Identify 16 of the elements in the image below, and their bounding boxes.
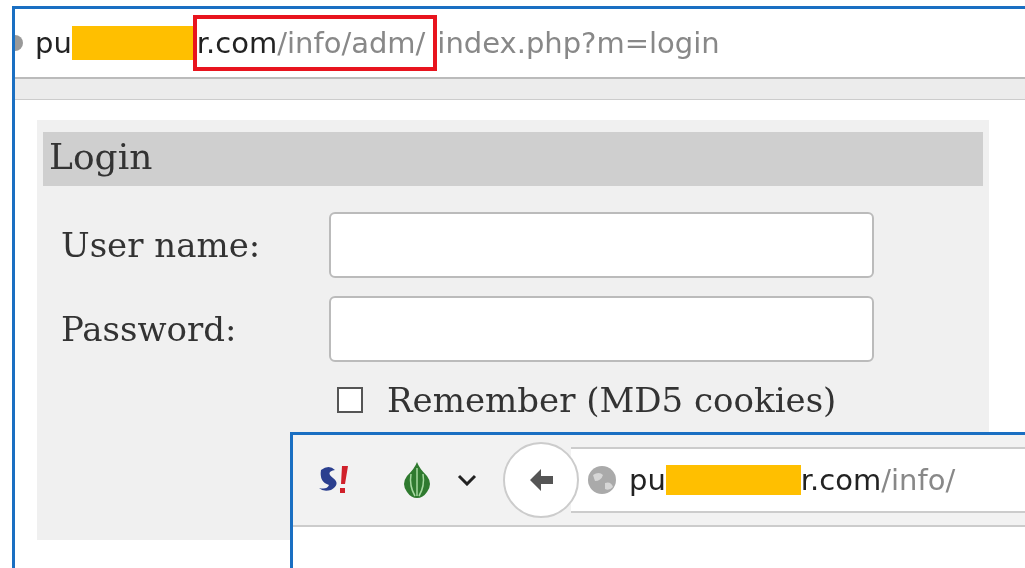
path-text: index.php?m=login (437, 26, 720, 60)
text-field[interactable] (329, 212, 874, 278)
field-label: Password: (61, 309, 238, 349)
text-field[interactable] (329, 296, 874, 362)
panel-title: Login (43, 132, 983, 186)
url-text: pu r.com/info/ (629, 463, 956, 497)
checkbox-label: Remember (MD5 cookies) (387, 380, 837, 420)
field-label: User name: (61, 225, 262, 265)
globe-icon (15, 33, 25, 53)
path-text: /info/adm/ (277, 26, 426, 60)
chevron-down-icon[interactable] (457, 474, 477, 486)
address-bar[interactable]: pu r.com/info/ (571, 447, 1025, 513)
domain-text: pu (35, 26, 72, 60)
globe-icon (587, 465, 617, 495)
domain-text: r.com (196, 26, 278, 60)
checkbox[interactable] (337, 387, 363, 413)
